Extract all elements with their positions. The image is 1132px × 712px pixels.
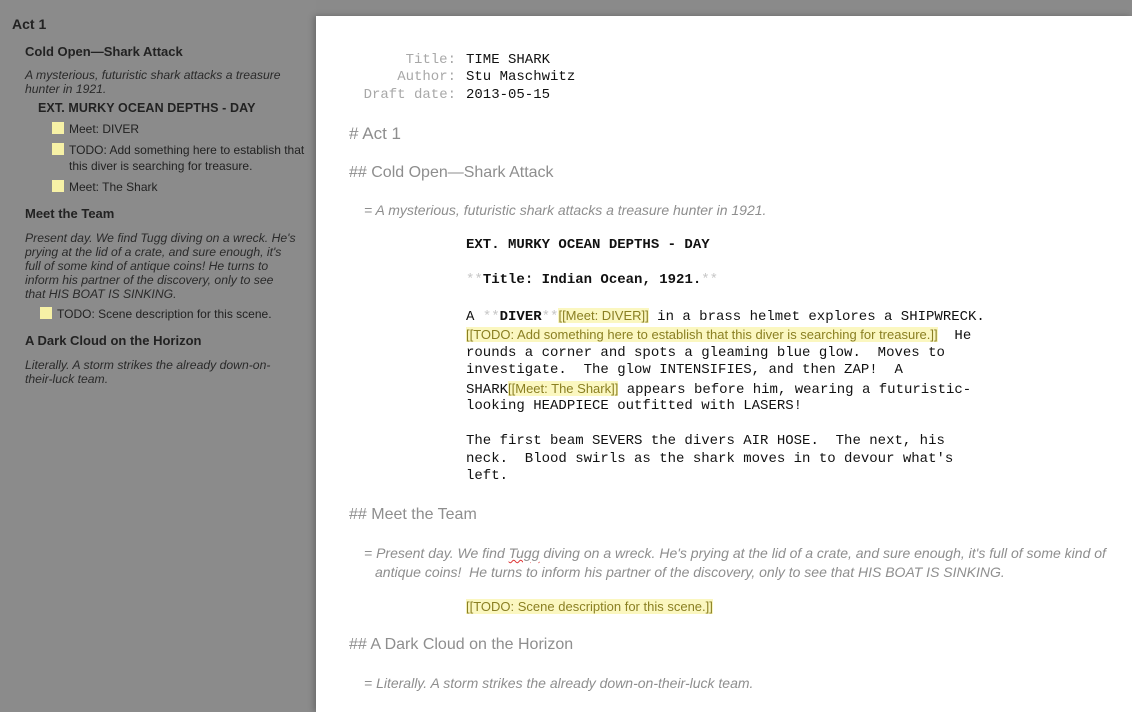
outline-note-meet-diver[interactable]: Meet: DIVER [52,121,309,137]
action-line-6: looking HEADPIECE outfitted with LASERS! [466,398,803,414]
action2-line-2: neck. Blood swirls as the shark moves in… [466,451,954,467]
title-value: TIME SHARK [466,52,551,68]
bold-marker: ** [482,309,500,325]
outline-synopsis-dark-cloud[interactable]: Literally. A storm strikes the already d… [25,358,285,386]
text: diving on a wreck. He's prying at the li… [539,545,1106,561]
outline-section-dark-cloud[interactable]: A Dark Cloud on the Horizon [25,333,201,348]
action-line-3: rounds a corner and spots a gleaming blu… [466,345,945,361]
section-heading-dark-cloud: ## A Dark Cloud on the Horizon [349,636,574,653]
synopsis-meet-team-line-2: antique coins! He turns to inform his pa… [375,564,1005,580]
note-marker-icon [52,143,64,155]
synopsis-dark-cloud: = Literally. A storm strikes the already… [364,675,754,691]
inline-note[interactable]: [[TODO: Scene description for this scene… [466,599,713,614]
text: appears before him, wearing a futuristic… [618,382,972,398]
misspelled-word[interactable]: Tugg [509,545,540,561]
author-value: Stu Maschwitz [466,69,576,85]
bold-marker: ** [466,272,483,288]
bold-marker: ** [541,309,559,325]
scene-note-line: [[TODO: Scene description for this scene… [466,599,713,616]
text: in a brass helmet explores a SHIPWRECK. [648,309,985,325]
text: He [937,328,972,344]
text: = Present day. We find [364,545,509,561]
outline-synopsis-cold-open[interactable]: A mysterious, futuristic shark attacks a… [25,68,300,96]
action-line-4: investigate. The glow INTENSIFIES, and t… [466,362,903,378]
inline-note[interactable]: [[Meet: DIVER]] [558,308,649,323]
action-line-2: [[TODO: Add something here to establish … [466,326,971,344]
action-line-1: A **DIVER**[[Meet: DIVER]] in a brass he… [466,307,985,325]
note-text: Meet: The Shark [69,180,158,194]
outline-section-cold-open[interactable]: Cold Open—Shark Attack [25,44,183,59]
bold-marker: ** [701,272,719,288]
note-marker-icon [52,180,64,192]
note-text: TODO: Scene description for this scene. [57,307,272,321]
outline-note-meet-shark[interactable]: Meet: The Shark [52,179,309,195]
note-text: TODO: Add something here to establish th… [69,143,305,173]
author-key: Author: [397,69,456,85]
section-heading-meet-team: ## Meet the Team [349,506,477,523]
action2-line-1: The first beam SEVERS the divers AIR HOS… [466,433,945,449]
note-marker-icon [40,307,52,319]
outline-act-1[interactable]: Act 1 [12,16,46,32]
text: A [466,309,483,325]
action-line-5: SHARK[[Meet: The Shark]] appears before … [466,380,971,398]
title-key: Title: [405,52,456,68]
outline-section-meet-team[interactable]: Meet the Team [25,206,114,221]
outline-synopsis-meet-team[interactable]: Present day. We find Tugg diving on a wr… [25,231,297,301]
note-marker-icon [52,122,64,134]
section-heading-cold-open: ## Cold Open—Shark Attack [349,164,554,181]
inline-note[interactable]: [[TODO: Add something here to establish … [466,327,938,342]
synopsis-meet-team-line-1: = Present day. We find Tugg diving on a … [364,545,1106,561]
outline-note-todo-scene[interactable]: TODO: Scene description for this scene. [40,306,297,322]
scene-heading: EXT. MURKY OCEAN DEPTHS - DAY [466,237,710,253]
action2-line-3: left. [466,468,509,484]
note-text: Meet: DIVER [69,122,140,136]
act-heading: # Act 1 [349,124,401,143]
character-name: DIVER [499,309,542,325]
inline-note[interactable]: [[Meet: The Shark]] [508,381,619,396]
draft-date-value: 2013-05-15 [466,87,551,103]
text: SHARK [466,382,509,398]
title-line-text: Title: Indian Ocean, 1921. [482,272,702,288]
synopsis-cold-open: = A mysterious, futuristic shark attacks… [364,202,767,218]
title-line: **Title: Indian Ocean, 1921.** [466,272,718,288]
outline-sidebar: Act 1 Cold Open—Shark Attack A mysteriou… [0,0,316,712]
draft-date-key: Draft date: [363,87,456,103]
outline-note-todo-diver[interactable]: TODO: Add something here to establish th… [52,142,309,174]
outline-scene-murky-ocean[interactable]: EXT. MURKY OCEAN DEPTHS - DAY [38,101,256,115]
screenplay-editor[interactable]: Title: TIME SHARK Author: Stu Maschwitz … [316,16,1132,712]
